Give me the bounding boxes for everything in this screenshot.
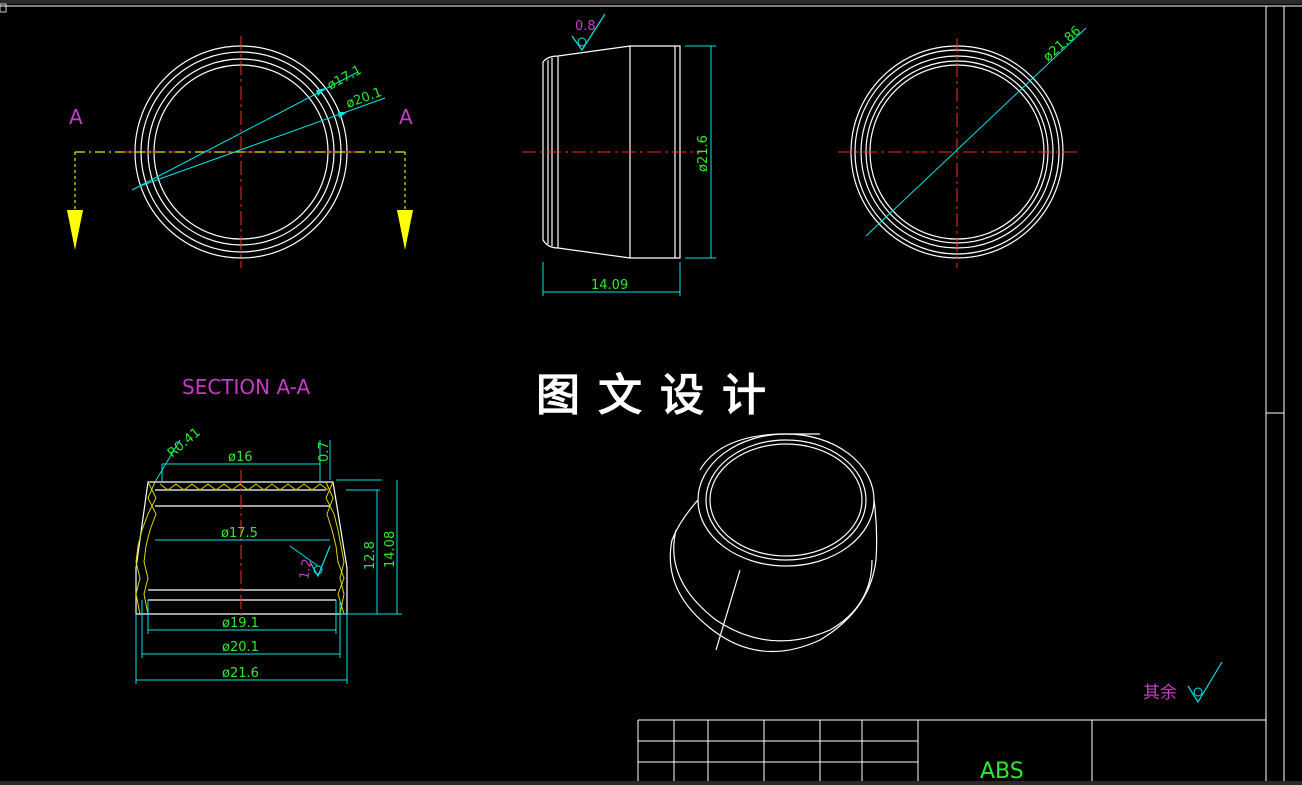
roughness-rest-label: 其余 [1143,683,1177,703]
side-view: 0.8 ø21.6 14.09 [522,13,716,296]
roughness-symbol: 0.8 [571,13,606,52]
watermark-text: 图文设计 [536,370,784,421]
section-hatch [135,481,345,615]
section-title: SECTION A-A [182,375,310,399]
dim-section-d16: ø16 [228,450,253,465]
dim-section-d216: ø21.6 [222,666,259,681]
drawing-sheet: A A ø17.1 ø20.1 0.8 ø21.6 14.09 ø21.86 S… [0,3,1302,784]
isometric-view [669,433,878,653]
dim-section-roughness: 1.2 [297,558,315,581]
dim-section-d191: ø19.1 [222,616,259,631]
dim-section-radius: R0.41 [165,425,204,461]
dim-front-outer: ø20.1 [344,85,384,112]
front-view: A A ø17.1 ø20.1 [67,36,413,268]
section-marker-right: A [399,105,413,129]
title-block [637,719,1266,781]
corner-marker [0,3,7,13]
dim-section-h1408: 14.08 [383,531,398,568]
dim-section-d17: ø17.5 [221,526,258,541]
cad-drawing-canvas[interactable]: A A ø17.1 ø20.1 0.8 ø21.6 14.09 ø21.86 S… [0,0,1302,785]
dim-front-inner: ø17.1 [325,63,365,94]
dim-section-d201: ø20.1 [222,640,259,655]
section-view: SECTION A-A R0.41 ø16 0.7 ø17.5 1.2 12.8… [135,375,402,684]
dim-back-diameter: ø21.86 [1041,24,1085,65]
section-arrow-right [397,210,413,250]
dim-section-lip: 0.7 [317,441,332,462]
dim-section-h128: 12.8 [363,541,378,570]
dim-side-diameter: ø21.6 [696,135,711,172]
window-bottom-border [0,781,1302,785]
roughness-value: 0.8 [575,19,596,34]
section-arrow-left [67,210,83,250]
dim-side-length: 14.09 [591,278,628,293]
section-marker-left: A [69,105,83,129]
back-view: ø21.86 [838,24,1087,268]
roughness-note: 其余 [1143,661,1223,704]
